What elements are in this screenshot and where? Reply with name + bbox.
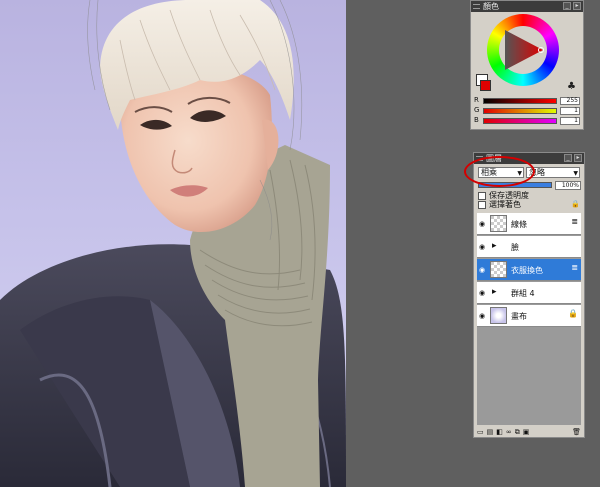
layer-thumbnail bbox=[490, 215, 507, 232]
value-field-g[interactable]: 1 bbox=[560, 107, 580, 115]
new-group-icon[interactable]: ▤ bbox=[487, 428, 494, 436]
color-panel: 顏色 _ ▸ ♣ R 255 G 1 B 1 bbox=[470, 0, 584, 130]
rgb-label-g: G bbox=[474, 106, 480, 114]
layer-panel: 圖層 _ ▸ 相乘 ▼ 忽略 ▼ 100% 保存透明度 選擇著色 🔒 ◉ 線條 … bbox=[473, 152, 585, 438]
eye-icon[interactable]: ◉ bbox=[479, 243, 485, 251]
opacity-value-field[interactable]: 100% bbox=[555, 181, 581, 190]
select-color-label: 選擇著色 bbox=[489, 200, 521, 209]
layer-row-canvas[interactable]: ◉ 畫布 🔒 bbox=[477, 305, 581, 327]
saturation-triangle[interactable] bbox=[499, 26, 547, 74]
rgb-row-b: B 1 bbox=[474, 116, 582, 125]
rgb-label-b: B bbox=[474, 116, 479, 124]
rgb-label-r: R bbox=[474, 96, 479, 104]
background-color-swatch[interactable] bbox=[480, 80, 491, 91]
layer-stack-icon: ≣ bbox=[571, 263, 578, 272]
eye-icon[interactable]: ◉ bbox=[479, 220, 485, 228]
rgb-row-r: R 255 bbox=[474, 96, 582, 105]
trash-icon[interactable]: 🗑 bbox=[572, 428, 581, 436]
layer-row-group-4[interactable]: ◉ ▸ 群組 4 bbox=[477, 282, 581, 304]
preserve-transparency-label: 保存透明度 bbox=[489, 191, 529, 200]
layer-name: 臉 bbox=[511, 243, 519, 252]
layer-thumbnail bbox=[490, 307, 507, 324]
layer-row-lines[interactable]: ◉ 線條 ≣ bbox=[477, 213, 581, 235]
panel-menu-icon[interactable]: ▸ bbox=[574, 154, 582, 162]
drawing-canvas[interactable] bbox=[0, 0, 346, 487]
value-field-b[interactable]: 1 bbox=[560, 117, 580, 125]
checkbox-box[interactable] bbox=[478, 192, 486, 200]
lock-icon[interactable]: 🔒 bbox=[571, 200, 580, 208]
merge-icon[interactable]: ▣ bbox=[523, 428, 530, 436]
minimize-icon[interactable]: _ bbox=[564, 154, 572, 162]
preserve-transparency-checkbox[interactable]: 保存透明度 bbox=[478, 191, 529, 200]
rgb-row-g: G 1 bbox=[474, 106, 582, 115]
duplicate-icon[interactable]: ⧉ bbox=[515, 428, 520, 436]
folder-expand-icon[interactable]: ▸ bbox=[492, 287, 497, 297]
chevron-down-icon: ▼ bbox=[573, 170, 578, 177]
layer-name: 畫布 bbox=[511, 312, 527, 321]
layer-stack-icon: ≣ bbox=[571, 217, 578, 226]
annotation-circle bbox=[464, 156, 535, 187]
panel-menu-icon[interactable]: ▸ bbox=[573, 2, 581, 10]
layer-list: ◉ 線條 ≣ ◉ ▸ 臉 ◉ 衣服換色 ≣ ◉ ▸ 群組 4 ◉ 畫布 🔒 bbox=[477, 213, 581, 425]
slider-r[interactable] bbox=[483, 98, 557, 104]
minimize-icon[interactable]: _ bbox=[563, 2, 571, 10]
layer-name: 群組 4 bbox=[511, 289, 535, 298]
slider-b[interactable] bbox=[483, 118, 557, 124]
color-panel-title: 顏色 bbox=[483, 2, 499, 11]
new-layer-icon[interactable]: ▭ bbox=[477, 428, 484, 436]
eyedropper-icon[interactable]: ♣ bbox=[567, 81, 576, 92]
layer-toolbar: ▭ ▤ ◧ ∞ ⧉ ▣ 🗑 bbox=[477, 428, 581, 436]
lock-icon: 🔒 bbox=[568, 309, 578, 318]
eye-icon[interactable]: ◉ bbox=[479, 289, 485, 297]
eye-icon[interactable]: ◉ bbox=[479, 266, 485, 274]
layer-name: 衣服換色 bbox=[511, 266, 543, 275]
grip-icon[interactable] bbox=[473, 4, 480, 9]
eye-icon[interactable]: ◉ bbox=[479, 312, 485, 320]
checkbox-box[interactable] bbox=[478, 201, 486, 209]
color-panel-titlebar[interactable]: 顏色 _ ▸ bbox=[471, 1, 583, 12]
color-wheel[interactable] bbox=[487, 14, 559, 86]
layer-thumbnail bbox=[490, 261, 507, 278]
select-color-checkbox[interactable]: 選擇著色 bbox=[478, 200, 521, 209]
value-field-r[interactable]: 255 bbox=[560, 97, 580, 105]
layer-row-face[interactable]: ◉ ▸ 臉 bbox=[477, 236, 581, 258]
artwork bbox=[0, 0, 346, 487]
layer-row-clothes-recolor[interactable]: ◉ 衣服換色 ≣ bbox=[477, 259, 581, 281]
slider-g[interactable] bbox=[483, 108, 557, 114]
link-icon[interactable]: ∞ bbox=[506, 428, 512, 436]
mask-icon[interactable]: ◧ bbox=[496, 428, 503, 436]
layer-name: 線條 bbox=[511, 220, 527, 229]
folder-expand-icon[interactable]: ▸ bbox=[492, 241, 497, 251]
